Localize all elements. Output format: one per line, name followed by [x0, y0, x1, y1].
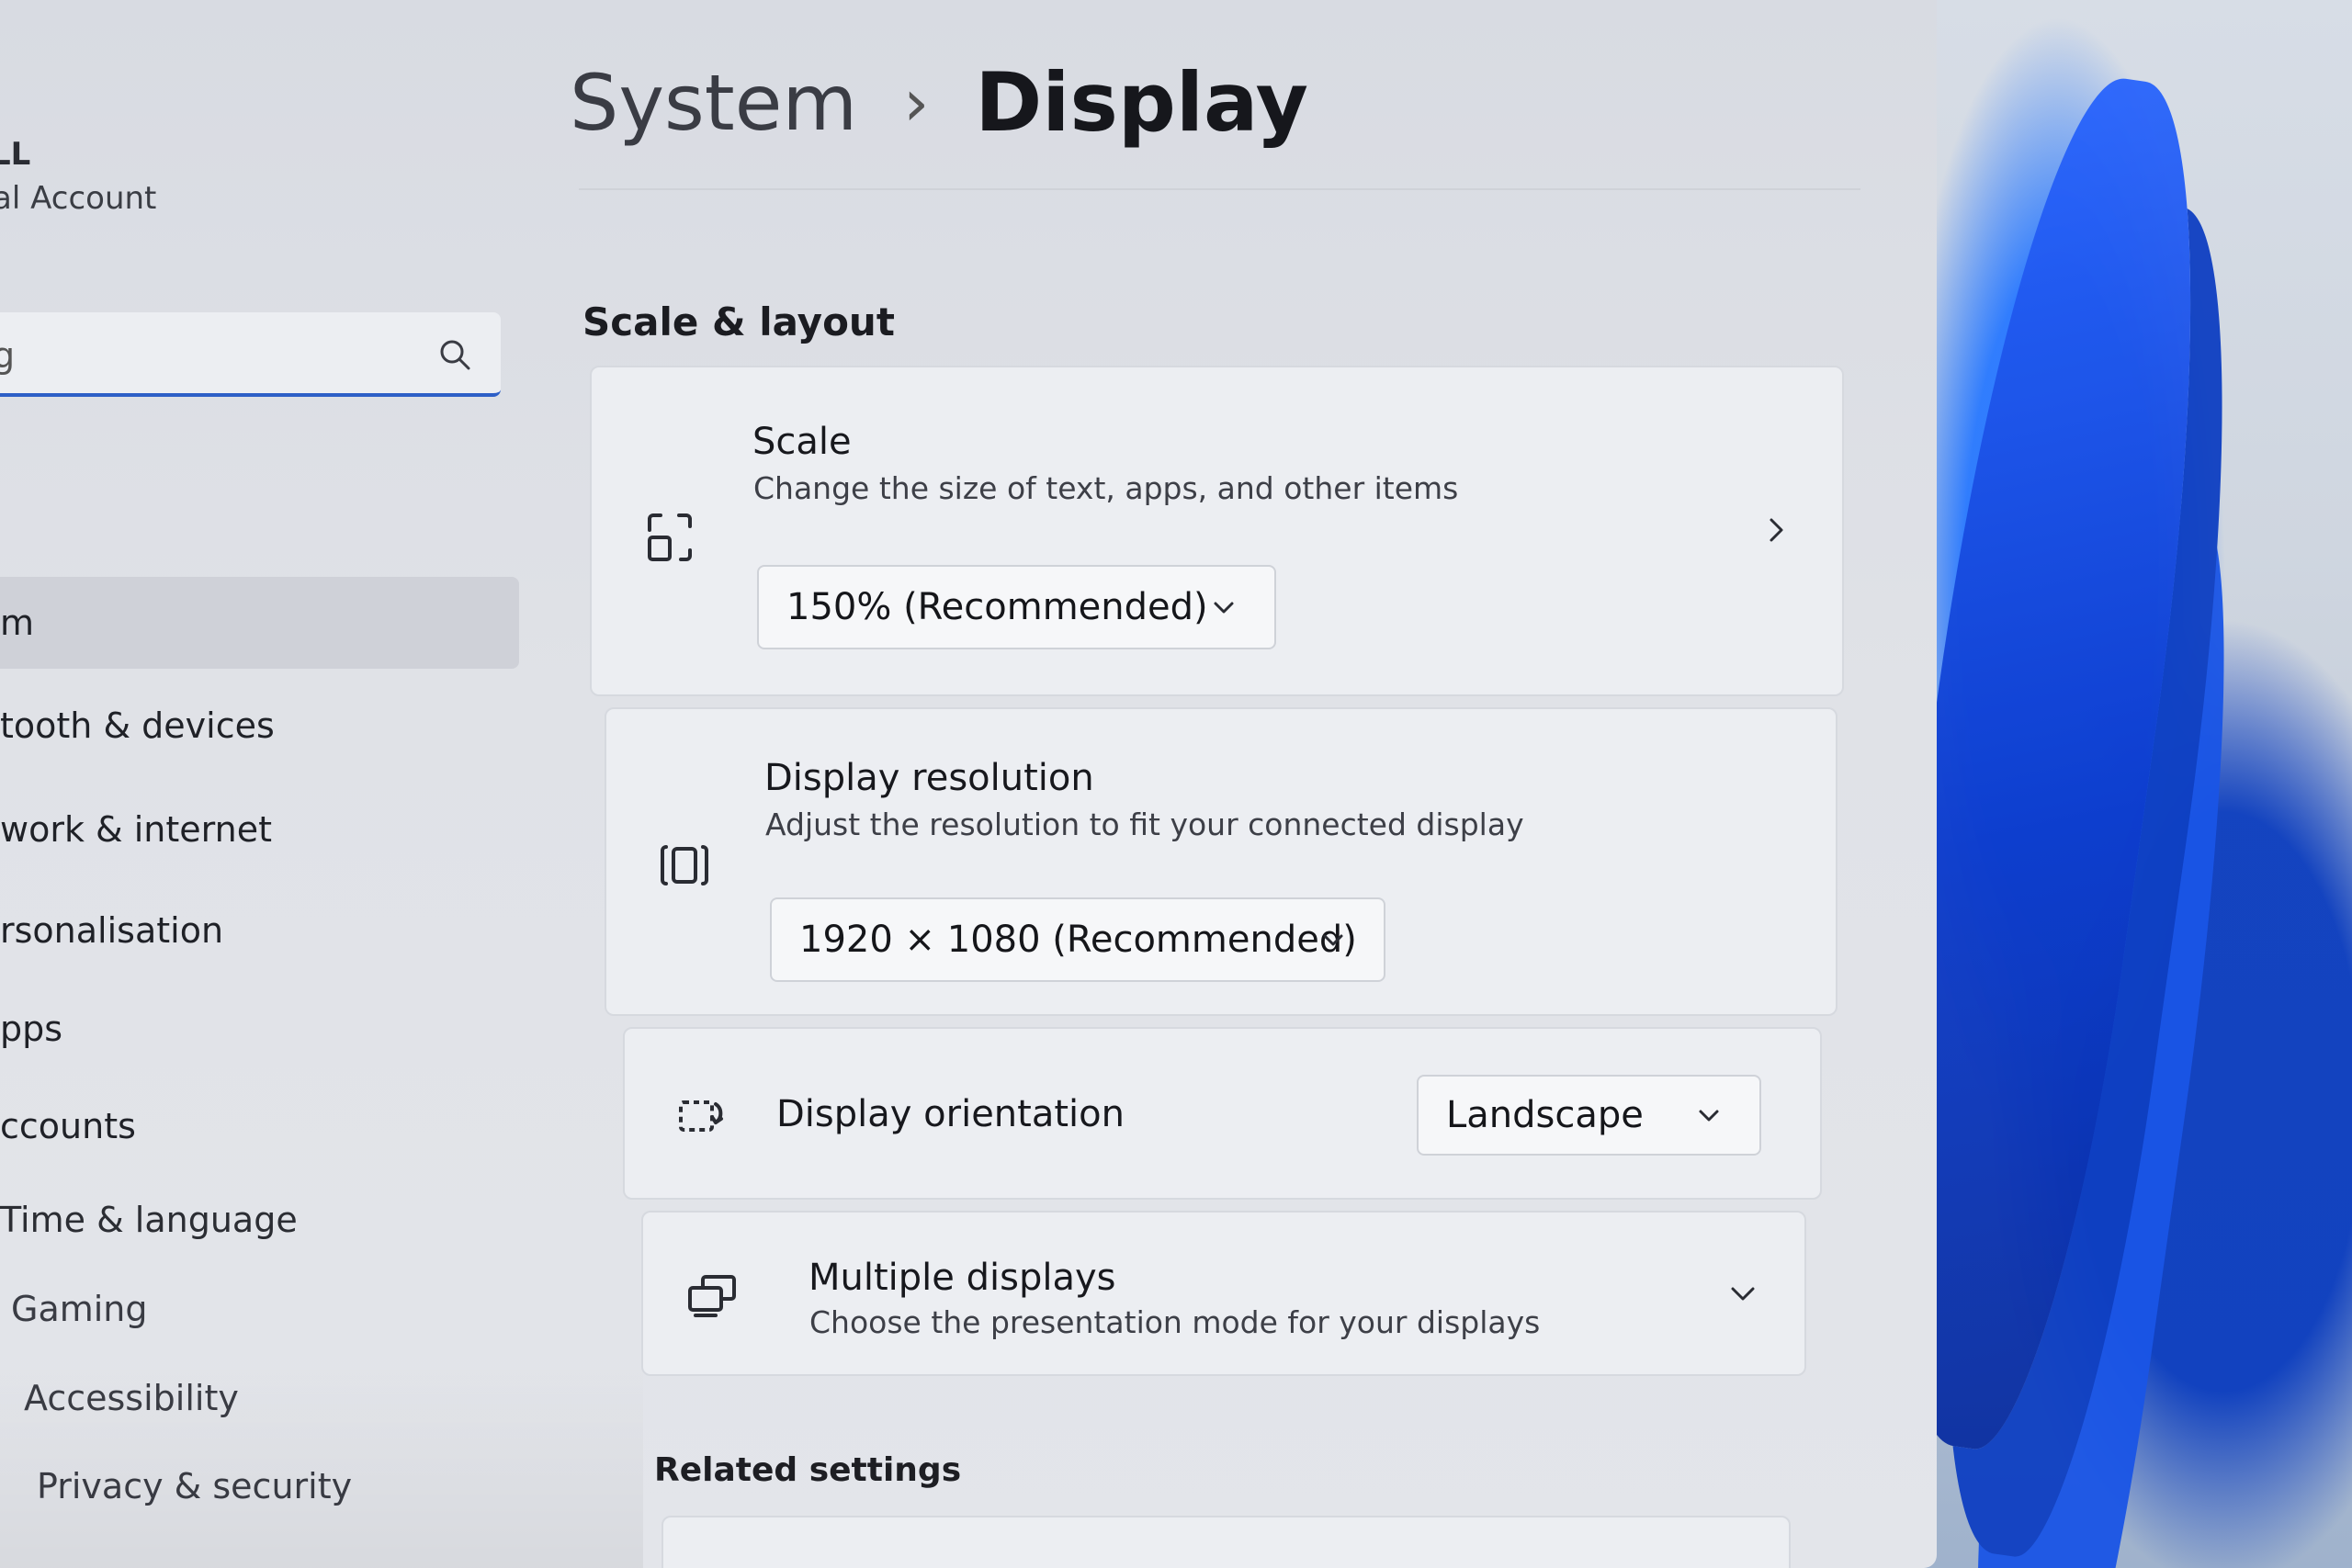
user-name: LL	[0, 136, 31, 173]
chevron-down-icon	[1323, 934, 1343, 946]
sidebar-item-bluetooth-devices[interactable]: tooth & devices	[0, 680, 519, 772]
orientation-dropdown-value: Landscape	[1446, 1094, 1644, 1136]
resolution-title: Display resolution	[764, 757, 1094, 799]
related-settings-card[interactable]	[662, 1516, 1791, 1568]
sidebar-item-accounts[interactable]: ccounts	[0, 1080, 519, 1172]
chevron-down-icon[interactable]	[1727, 1279, 1758, 1310]
breadcrumb: System › Display	[570, 55, 1308, 150]
chevron-right-icon[interactable]	[1760, 514, 1792, 546]
user-account-type: al Account	[0, 180, 157, 217]
resolution-dropdown-value: 1920 × 1080 (Recommended)	[799, 919, 1357, 961]
breadcrumb-parent[interactable]: System	[570, 58, 857, 148]
sidebar-item-gaming[interactable]: Gaming	[0, 1263, 530, 1355]
multiple-displays-icon	[688, 1275, 736, 1317]
scale-title: Scale	[752, 421, 852, 463]
sidebar-item-network-internet[interactable]: work & internet	[0, 784, 519, 875]
orientation-dropdown[interactable]: Landscape	[1417, 1075, 1761, 1156]
sidebar-item-time-language[interactable]: Time & language	[0, 1174, 519, 1266]
settings-window: LL al Account m tooth & devices work & i…	[0, 0, 1937, 1568]
scale-dropdown[interactable]: 150% (Recommended)	[757, 565, 1276, 649]
resolution-card: Display resolution Adjust the resolution…	[605, 707, 1838, 1016]
rotate-display-icon	[679, 1100, 723, 1132]
desktop-wallpaper	[1893, 0, 2352, 1568]
sidebar-item-apps[interactable]: pps	[0, 983, 519, 1075]
multiple-displays-description: Choose the presentation mode for your di…	[809, 1304, 1541, 1340]
scale-card[interactable]: Scale Change the size of text, apps, and…	[590, 366, 1844, 696]
scale-description: Change the size of text, apps, and other…	[753, 470, 1459, 506]
sidebar-item-accessibility[interactable]: Accessibility	[6, 1352, 543, 1444]
page-title: Display	[975, 55, 1309, 150]
resolution-dropdown[interactable]: 1920 × 1080 (Recommended)	[770, 897, 1385, 982]
sidebar-item-hidden[interactable]	[0, 496, 519, 588]
scale-icon	[648, 513, 692, 561]
search-box[interactable]	[0, 312, 501, 397]
section-title-scale-layout: Scale & layout	[582, 299, 895, 344]
sidebar-item-system[interactable]: m	[0, 577, 519, 669]
sidebar-item-privacy-security[interactable]: Privacy & security	[18, 1440, 556, 1532]
chevron-down-icon	[1699, 1110, 1719, 1122]
multiple-displays-card[interactable]: Multiple displays Choose the presentatio…	[641, 1211, 1806, 1376]
header-divider	[579, 188, 1860, 190]
section-title-related-settings: Related settings	[654, 1451, 962, 1489]
orientation-card: Display orientation Landscape	[623, 1027, 1822, 1200]
chevron-down-icon	[1214, 602, 1234, 614]
search-icon[interactable]	[436, 336, 473, 373]
scale-dropdown-value: 150% (Recommended)	[786, 586, 1208, 628]
main-content: System › Display Scale & layout Scale Ch…	[570, 0, 1893, 1568]
breadcrumb-chevron-icon: ›	[903, 64, 930, 141]
resolution-description: Adjust the resolution to fit your connec…	[765, 807, 1524, 842]
orientation-title: Display orientation	[776, 1093, 1125, 1135]
search-input[interactable]	[0, 331, 399, 380]
sidebar-item-personalisation[interactable]: rsonalisation	[0, 885, 519, 976]
multiple-displays-title: Multiple displays	[808, 1257, 1116, 1299]
sidebar: LL al Account m tooth & devices work & i…	[0, 0, 533, 1568]
resolution-icon	[661, 845, 708, 886]
